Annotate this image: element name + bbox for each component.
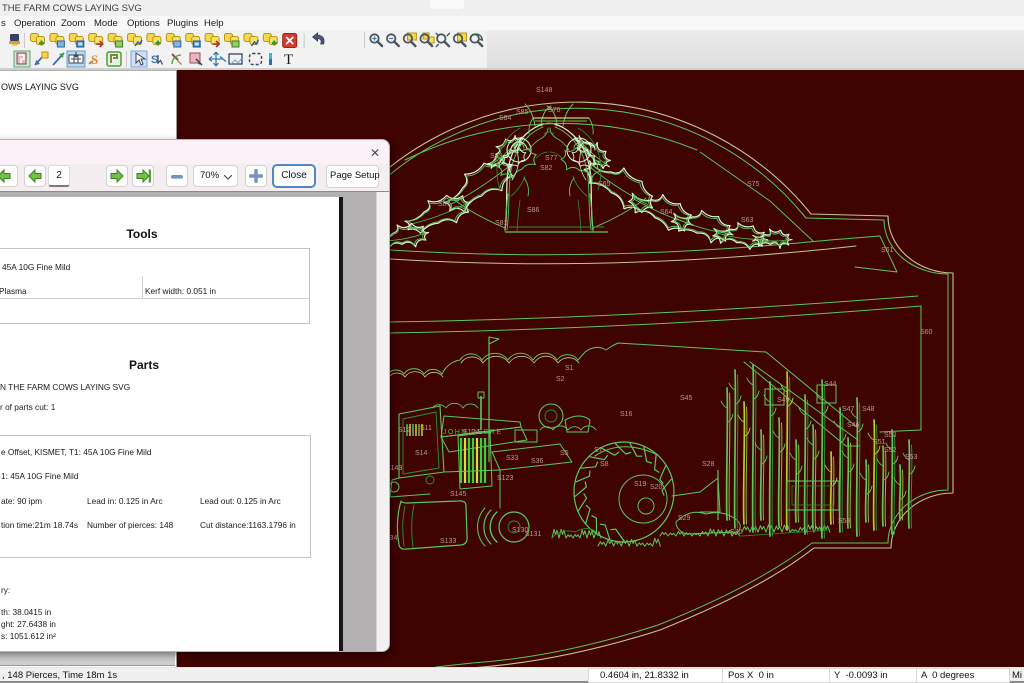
svg-text:S133: S133: [440, 538, 456, 545]
svg-text:S81: S81: [495, 220, 508, 227]
svg-text:S44: S44: [824, 381, 837, 388]
svg-text:S48: S48: [862, 406, 875, 413]
svg-text:S61: S61: [881, 247, 894, 254]
svg-text:S124: S124: [463, 429, 479, 436]
svg-text:S130: S130: [512, 527, 528, 534]
svg-text:S5: S5: [560, 450, 569, 457]
svg-text:S46: S46: [847, 422, 860, 429]
svg-text:S7: S7: [594, 447, 603, 454]
svg-text:T: T: [284, 52, 293, 68]
svg-text:S77: S77: [545, 155, 558, 162]
svg-text:S47: S47: [842, 406, 855, 413]
svg-text:S1: S1: [565, 365, 574, 372]
svg-text:S148: S148: [536, 87, 552, 94]
svg-text:S2: S2: [556, 376, 565, 383]
svg-text:S83: S83: [490, 153, 503, 160]
svg-text:S87: S87: [438, 201, 451, 208]
svg-text:S28: S28: [702, 461, 715, 468]
svg-text:S86: S86: [527, 207, 540, 214]
svg-text:S145: S145: [450, 491, 466, 498]
svg-text:S36: S36: [531, 458, 544, 465]
svg-text:S11: S11: [420, 425, 432, 432]
svg-text:S14: S14: [415, 450, 428, 457]
svg-text:S75: S75: [747, 181, 760, 188]
svg-text:S: S: [91, 52, 98, 67]
svg-text:S63: S63: [741, 217, 754, 224]
svg-text:S76: S76: [548, 107, 561, 114]
svg-text:S16: S16: [620, 411, 633, 418]
svg-text:S52: S52: [884, 447, 897, 454]
svg-text:S65: S65: [598, 181, 611, 188]
svg-text:S60: S60: [920, 329, 933, 336]
svg-text:S30: S30: [730, 529, 743, 536]
svg-text:S12: S12: [398, 427, 411, 434]
svg-text:S51: S51: [873, 439, 886, 446]
svg-text:S8: S8: [600, 461, 609, 468]
svg-text:S64: S64: [660, 209, 673, 216]
svg-text:S50: S50: [884, 432, 897, 439]
svg-text:S123: S123: [497, 475, 513, 482]
svg-text:S53: S53: [905, 454, 918, 461]
svg-text:S85: S85: [516, 109, 529, 116]
svg-text:S84: S84: [499, 115, 512, 122]
svg-text:S20: S20: [650, 484, 663, 491]
svg-text:S58: S58: [838, 518, 851, 525]
svg-text:S49: S49: [777, 397, 790, 404]
svg-text:S33: S33: [506, 455, 519, 462]
svg-text:S45: S45: [680, 395, 693, 402]
svg-text:S29: S29: [678, 515, 691, 522]
svg-text:S19: S19: [634, 481, 647, 488]
svg-text:S82: S82: [540, 165, 553, 172]
svg-text:S: S: [151, 54, 158, 66]
